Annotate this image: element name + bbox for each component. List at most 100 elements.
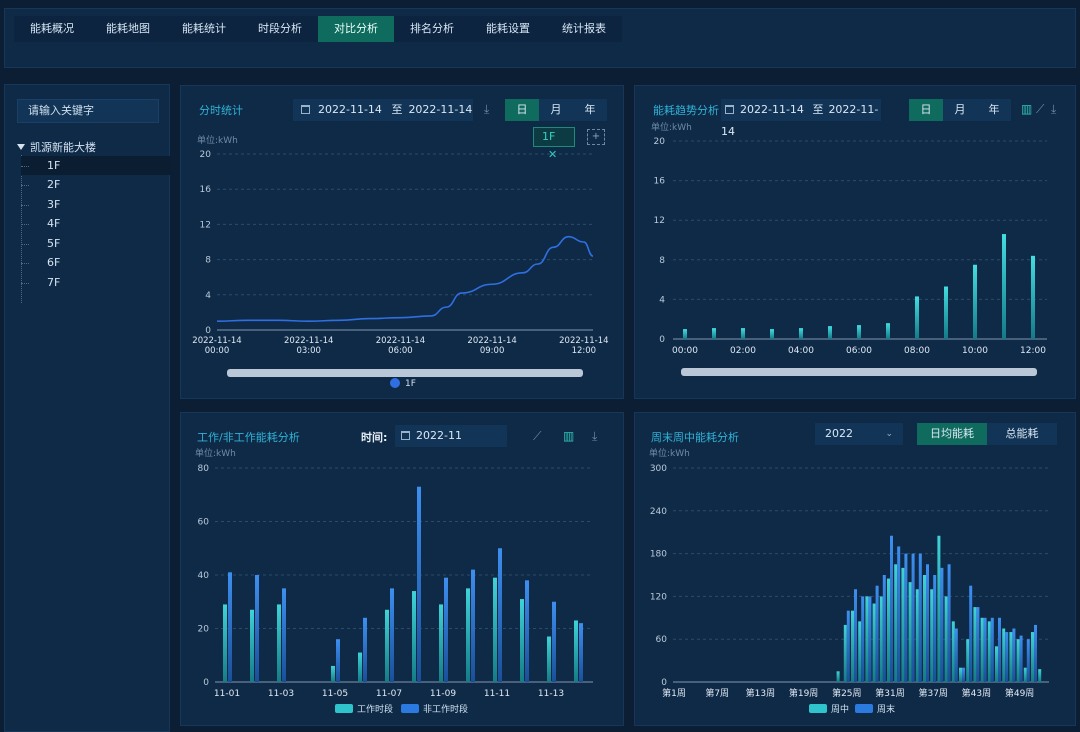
tree-connector: [21, 244, 29, 245]
x-tick-label: 03:00: [296, 346, 321, 356]
work-bar-chart: 0 20 40 60 80 11-01 11-03 11-05 11-07 11-09 11-11 1…: [198, 464, 593, 715]
bar-11:00: [1002, 234, 1006, 339]
y-tick-label: 240: [650, 507, 667, 517]
y-tick-label: 20: [200, 150, 212, 160]
search-input[interactable]: 请输入关键字: [17, 99, 159, 123]
bar-第29周-周中: [872, 603, 876, 682]
x-tick-label: 第25周: [832, 687, 861, 699]
bar-第51周-周中: [1031, 632, 1034, 682]
bar-第32周-周末: [897, 546, 901, 682]
bar-11-05-非工作时段: [336, 639, 340, 682]
main-nav: 能耗概况 能耗地图 能耗统计 时段分析 对比分析 排名分析 能耗设置 统计报表: [14, 16, 622, 42]
bar-11-06-非工作时段: [363, 617, 367, 682]
y-tick-label: 0: [661, 678, 667, 688]
bar-第41周-周末: [962, 667, 965, 682]
bar-第44周-周末: [983, 617, 987, 682]
bar-第47周-周中: [1002, 628, 1006, 682]
bar-11-03-工作时段: [277, 604, 281, 682]
bar-12:00: [1031, 255, 1035, 339]
legend-dot-1f[interactable]: [390, 378, 400, 388]
tree-item-7f[interactable]: 7F: [21, 273, 171, 292]
y-tick-label: 12: [200, 220, 211, 230]
bar-第31周-周中: [887, 578, 890, 682]
nav-tab-statistics[interactable]: 能耗统计: [166, 16, 242, 42]
x-tick-label: 12:00: [572, 346, 597, 356]
bar-11-11-非工作时段: [498, 548, 502, 682]
x-tick-label: 第19周: [789, 687, 818, 699]
x-tick-label: 12:00: [1020, 346, 1046, 356]
nav-tab-compare-analysis[interactable]: 对比分析: [318, 16, 394, 42]
bar-05:00: [828, 326, 832, 339]
x-tick-label: 2022-11-14: [559, 336, 608, 346]
y-tick-label: 8: [205, 256, 211, 266]
tree-item-label: 5F: [47, 237, 61, 250]
nav-tab-ranking[interactable]: 排名分析: [394, 16, 470, 42]
panel-hourly-stats: 分时统计 2022-11-14 至 2022-11-14 ⤓ 日 月 年 1F ✕…: [180, 85, 624, 399]
tree-root-node[interactable]: 凯源新能大楼: [17, 139, 96, 155]
tree-item-label: 2F: [47, 178, 61, 191]
bar-第48周-周末: [1012, 628, 1016, 682]
bar-第40周-周末: [954, 628, 958, 682]
tree-item-label: 3F: [47, 198, 61, 211]
y-tick-label: 4: [205, 291, 211, 301]
bar-03:00: [770, 329, 774, 339]
zoom-slider[interactable]: [681, 368, 1037, 376]
y-tick-label: 20: [198, 625, 210, 635]
bar-11-13-工作时段: [547, 636, 551, 682]
bar-第37周-周末: [933, 575, 937, 682]
bar-11-07-工作时段: [385, 609, 389, 682]
x-tick-label: 06:00: [388, 346, 413, 356]
bar-第46周-周末: [998, 617, 1001, 682]
series-line-1f: [216, 235, 594, 323]
bar-第49周-周末: [1019, 635, 1023, 682]
x-tick-label: 第43周: [962, 687, 991, 699]
x-tick-label: 2022-11-14: [376, 336, 425, 346]
x-tick-label: 06:00: [846, 346, 872, 356]
zoom-slider[interactable]: [227, 369, 583, 377]
bar-第37周-周中: [930, 589, 934, 682]
bar-第35周-周末: [918, 553, 922, 682]
bar-11-07-非工作时段: [390, 588, 394, 682]
tree-item-5f[interactable]: 5F: [21, 234, 171, 253]
y-tick-label: 8: [659, 256, 665, 266]
bar-11-14-工作时段: [574, 620, 578, 682]
legend-swatch-work: [335, 704, 353, 713]
bar-第39周-周中: [944, 596, 948, 682]
bar-第29周-周末: [875, 585, 879, 682]
y-tick-label: 40: [198, 571, 210, 581]
nav-tab-reports[interactable]: 统计报表: [546, 16, 622, 42]
tree-item-3f[interactable]: 3F: [21, 195, 171, 214]
y-tick-label: 180: [650, 550, 667, 560]
x-tick-label: 02:00: [730, 346, 756, 356]
bar-第36周-周中: [923, 575, 926, 682]
bar-00:00: [683, 329, 687, 339]
bar-第33周-周中: [901, 567, 905, 682]
tree-connector: [21, 224, 29, 225]
hourly-line-chart: 0481216202022-11-1400:002022-11-1403:002…: [192, 150, 608, 389]
bar-02:00: [741, 328, 745, 339]
y-tick-label: 20: [654, 137, 666, 147]
tree-connector: [21, 166, 29, 167]
bar-11-14-非工作时段: [579, 623, 583, 682]
bar-11-11-工作时段: [493, 577, 497, 682]
nav-tab-map[interactable]: 能耗地图: [90, 16, 166, 42]
nav-tab-settings[interactable]: 能耗设置: [470, 16, 546, 42]
bar-11-10-非工作时段: [471, 569, 475, 682]
x-tick-label: 00:00: [672, 346, 698, 356]
bar-第31周-周末: [890, 535, 893, 682]
caret-down-icon[interactable]: [17, 144, 25, 150]
nav-tab-overview[interactable]: 能耗概况: [14, 16, 90, 42]
nav-tab-period-analysis[interactable]: 时段分析: [242, 16, 318, 42]
bar-11-12-工作时段: [520, 599, 524, 682]
x-tick-label: 第37周: [918, 687, 947, 699]
tree-item-1f[interactable]: 1F: [21, 156, 171, 175]
x-tick-label: 04:00: [788, 346, 814, 356]
tree-connector: [21, 185, 29, 186]
tree-item-6f[interactable]: 6F: [21, 253, 171, 272]
bar-11-05-工作时段: [331, 665, 335, 682]
tree-item-4f[interactable]: 4F: [21, 214, 171, 233]
bar-第26周-周中: [851, 610, 854, 682]
bar-06:00: [857, 325, 861, 339]
bar-第43周-周末: [976, 607, 980, 682]
tree-item-2f[interactable]: 2F: [21, 175, 171, 194]
